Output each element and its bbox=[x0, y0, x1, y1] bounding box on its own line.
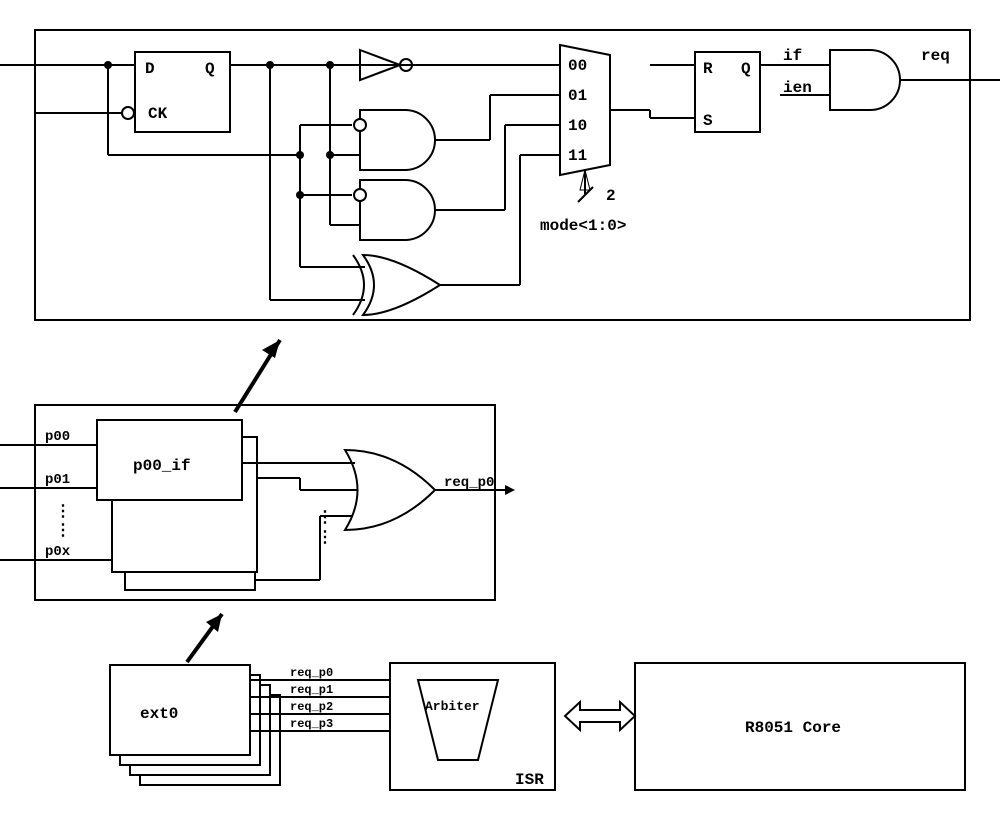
core-label: R8051 Core bbox=[745, 719, 841, 737]
req-p0-mid-label: req_p0 bbox=[444, 475, 494, 491]
mux: 00 01 10 11 2 mode<1:0> bbox=[540, 45, 626, 235]
and-gate-icon bbox=[830, 50, 900, 110]
core-block: R8051 Core bbox=[635, 663, 965, 790]
p00-input-label: p00 bbox=[45, 429, 70, 445]
top-block: D Q CK 00 01 bbox=[0, 30, 1000, 320]
req-output-label: req bbox=[921, 47, 950, 65]
svg-text:⋮: ⋮ bbox=[55, 522, 71, 540]
ff-ck-label: CK bbox=[148, 105, 168, 123]
latch-r-label: R bbox=[703, 60, 713, 78]
mux-in2-label: 10 bbox=[568, 117, 587, 135]
arrow-bottom-to-mid bbox=[187, 614, 222, 662]
req-p1-label: req_p1 bbox=[290, 683, 333, 697]
d-flipflop: D Q CK bbox=[122, 52, 230, 132]
or-gate-icon bbox=[345, 450, 435, 530]
arrow-mid-to-top bbox=[235, 340, 280, 412]
svg-text:⋮: ⋮ bbox=[55, 503, 71, 521]
req-p2-label: req_p2 bbox=[290, 700, 333, 714]
isr-label: ISR bbox=[515, 771, 544, 789]
req-p3-label: req_p3 bbox=[290, 717, 333, 731]
mux-in1-label: 01 bbox=[568, 87, 587, 105]
ext0-stack: ext0 bbox=[110, 665, 280, 785]
latch-q-label: Q bbox=[741, 60, 751, 78]
rs-latch: R Q S bbox=[695, 52, 760, 132]
p01-input-label: p01 bbox=[45, 472, 70, 488]
isr-block: Arbiter ISR bbox=[390, 663, 555, 790]
p00-if-label: p00_if bbox=[133, 457, 191, 475]
arbiter-label: Arbiter bbox=[425, 699, 480, 714]
mux-in3-label: 11 bbox=[568, 147, 587, 165]
req-p0-label: req_p0 bbox=[290, 666, 333, 680]
ff-d-label: D bbox=[145, 60, 155, 78]
mux-sel-width: 2 bbox=[606, 187, 616, 205]
middle-block: p00_if p00 p01 ⋮ ⋮ p0x ⋮ ⋮ req_p0 bbox=[0, 405, 515, 600]
bottom-region: ext0 req_p0 req_p1 req_p2 req_p3 Arbiter… bbox=[110, 614, 965, 790]
ext0-label: ext0 bbox=[140, 705, 178, 723]
xor-gate-icon bbox=[353, 255, 440, 315]
p0x-input-label: p0x bbox=[45, 544, 71, 560]
mux-sel-label: mode<1:0> bbox=[540, 217, 626, 235]
and-in-a-label: if bbox=[783, 47, 802, 65]
nand-gate-2-icon bbox=[354, 180, 435, 240]
latch-s-label: S bbox=[703, 112, 713, 130]
p00-if-stack: p00_if bbox=[97, 420, 257, 590]
nand-gate-1-icon bbox=[354, 110, 435, 170]
mux-in0-label: 00 bbox=[568, 57, 587, 75]
ff-q-label: Q bbox=[205, 60, 215, 78]
bus-arrow-icon bbox=[565, 702, 635, 730]
